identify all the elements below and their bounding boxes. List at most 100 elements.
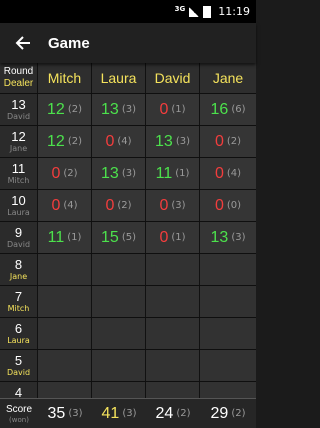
signal-icon [189, 6, 200, 17]
round-number: 6 [14, 321, 23, 336]
total-won: (2) [176, 408, 191, 419]
score-footer: Score (won) 35 (3) 41 (3) 24 (2) 29 (2) [0, 398, 256, 428]
empty-score-cell[interactable] [38, 318, 92, 349]
tricks-won: (3) [175, 136, 190, 147]
score-cell[interactable]: 0 (4) [92, 126, 146, 157]
empty-score-cell[interactable] [200, 318, 256, 349]
empty-score-cell[interactable] [146, 286, 200, 317]
round-score: 12 [47, 100, 65, 118]
round-row[interactable]: 7 Mitch [0, 286, 256, 318]
total-score: 29 [210, 404, 229, 422]
empty-score-cell[interactable] [92, 254, 146, 285]
empty-score-cell[interactable] [146, 350, 200, 381]
round-number: 13 [11, 97, 26, 112]
tricks-won: (5) [121, 232, 136, 243]
score-cell[interactable]: 0 (3) [146, 190, 200, 221]
score-cell[interactable]: 0 (4) [200, 158, 256, 189]
round-number: 9 [14, 225, 23, 240]
round-number: 12 [11, 129, 26, 144]
empty-score-cell[interactable] [92, 350, 146, 381]
empty-score-cell[interactable] [38, 350, 92, 381]
dealer-name: Jane [9, 272, 28, 281]
tricks-won: (1) [175, 168, 190, 179]
tricks-won: (1) [171, 104, 186, 115]
tricks-won: (2) [67, 136, 82, 147]
round-score: 0 [51, 196, 61, 214]
round-cell: 12 Jane [0, 126, 38, 157]
score-cell[interactable]: 0 (2) [92, 190, 146, 221]
round-row[interactable]: 9 David 11 (1) 15 (5) 0 (1) 13 (3) [0, 222, 256, 254]
round-row[interactable]: 12 Jane 12 (2) 0 (4) 13 (3) 0 (2) [0, 126, 256, 158]
empty-score-cell[interactable] [200, 286, 256, 317]
round-cell: 13 David [0, 94, 38, 125]
back-arrow-icon[interactable] [12, 32, 34, 54]
round-number: 11 [11, 161, 26, 176]
dealer-name: Laura [7, 208, 30, 217]
score-cell[interactable]: 15 (5) [92, 222, 146, 253]
score-grid: Round Dealer Mitch Laura David Jane 13 Da… [0, 63, 256, 414]
round-row[interactable]: 5 David [0, 350, 256, 382]
round-score: 0 [159, 228, 169, 246]
round-cell: 11 Mitch [0, 158, 38, 189]
won-label: (won) [9, 415, 29, 424]
score-cell[interactable]: 0 (2) [38, 158, 92, 189]
dealer-name: Mitch [7, 304, 30, 313]
player-header[interactable]: Jane [200, 63, 256, 93]
player-header[interactable]: Mitch [38, 63, 92, 93]
empty-score-cell[interactable] [200, 350, 256, 381]
round-score: 15 [101, 228, 119, 246]
score-cell[interactable]: 11 (1) [38, 222, 92, 253]
score-cell[interactable]: 13 (3) [146, 126, 200, 157]
round-score: 11 [47, 228, 65, 246]
score-cell[interactable]: 0 (4) [38, 190, 92, 221]
score-cell[interactable]: 13 (3) [92, 94, 146, 125]
dealer-name: Laura [7, 336, 30, 345]
round-row[interactable]: 8 Jane [0, 254, 256, 286]
tricks-won: (2) [67, 104, 82, 115]
score-cell[interactable]: 16 (6) [200, 94, 256, 125]
score-cell[interactable]: 13 (3) [200, 222, 256, 253]
total-cell: 41 (3) [92, 399, 146, 428]
tricks-won: (0) [226, 200, 242, 211]
empty-score-cell[interactable] [92, 286, 146, 317]
empty-score-cell[interactable] [38, 254, 92, 285]
round-cell: 9 David [0, 222, 38, 253]
page-title: Game [48, 34, 90, 52]
empty-score-cell[interactable] [92, 318, 146, 349]
empty-score-cell[interactable] [146, 254, 200, 285]
score-cell[interactable]: 0 (0) [200, 190, 256, 221]
round-row[interactable]: 10 Laura 0 (4) 0 (2) 0 (3) 0 (0) [0, 190, 256, 222]
tricks-won: (3) [171, 200, 186, 211]
empty-score-cell[interactable] [146, 318, 200, 349]
player-header[interactable]: David [146, 63, 200, 93]
dealer-label: Dealer [3, 78, 34, 89]
score-cell[interactable]: 12 (2) [38, 126, 92, 157]
player-header[interactable]: Laura [92, 63, 146, 93]
score-cell[interactable]: 13 (3) [92, 158, 146, 189]
round-label: Round [3, 66, 34, 77]
tricks-won: (6) [231, 104, 246, 115]
empty-score-cell[interactable] [38, 286, 92, 317]
round-row[interactable]: 13 David 12 (2) 13 (3) 0 (1) 16 (6) [0, 94, 256, 126]
round-row[interactable]: 11 Mitch 0 (2) 13 (3) 11 (1) 0 (4) [0, 158, 256, 190]
tricks-won: (4) [226, 168, 242, 179]
score-cell[interactable]: 0 (1) [146, 222, 200, 253]
score-cell[interactable]: 11 (1) [146, 158, 200, 189]
tricks-won: (4) [117, 136, 132, 147]
score-cell[interactable]: 0 (1) [146, 94, 200, 125]
dealer-name: David [6, 112, 31, 121]
score-cell[interactable]: 0 (2) [200, 126, 256, 157]
round-number: 10 [11, 193, 26, 208]
score-cell[interactable]: 12 (2) [38, 94, 92, 125]
round-cell: 7 Mitch [0, 286, 38, 317]
tricks-won: (4) [63, 200, 78, 211]
dealer-name: David [6, 240, 31, 249]
empty-score-cell[interactable] [200, 254, 256, 285]
round-cell: 10 Laura [0, 190, 38, 221]
dealer-name: Mitch [7, 176, 30, 185]
tricks-won: (1) [67, 232, 82, 243]
round-dealer-header: Round Dealer [0, 63, 38, 93]
header-row: Round Dealer Mitch Laura David Jane [0, 63, 256, 94]
round-score: 0 [159, 100, 169, 118]
round-row[interactable]: 6 Laura [0, 318, 256, 350]
